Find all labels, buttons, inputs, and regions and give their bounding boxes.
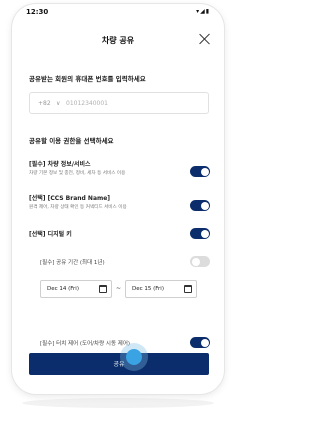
toggle-touch-control[interactable] [190, 337, 210, 348]
toggle-knob [191, 257, 200, 266]
permission-ccs-title: [선택] [CCS Brand Name] [29, 195, 111, 202]
permission-ccs-subtitle: 원격 제어, 차량 상태 확인 등 커넥티드 서비스 이용 [29, 205, 127, 210]
status-time: 12:30 [26, 8, 49, 16]
end-date-field[interactable]: Dec 15 (Fri) [125, 280, 197, 298]
toggle-knob [200, 201, 209, 210]
toggle-vehicle-info[interactable] [190, 166, 210, 177]
status-icons: ▾◢▮ [196, 8, 210, 15]
permissions-title: 공유할 이용 권한을 선택하세요 [29, 137, 114, 145]
phone-section-title: 공유받는 회원의 휴대폰 번호를 입력하세요 [29, 75, 146, 83]
touch-control-label: [필수] 터치 제어 (도어/차량 시동 제어) [40, 341, 131, 347]
page-title: 차량 공유 [101, 36, 135, 45]
header: 차량 공유 [12, 26, 224, 54]
permission-vehicle-info-subtitle: 차량 기본 정보 및 충전, 정비, 세차 등 서비스 이용 [29, 171, 126, 176]
phone-input-placeholder[interactable]: 01012340001 [66, 100, 108, 107]
toggle-knob [200, 338, 209, 347]
start-date: Dec 14 (Fri) [47, 286, 79, 292]
phone-frame: 12:30 ▾◢▮ 차량 공유 공유받는 회원의 휴대폰 번호를 입력하세요 +… [12, 4, 224, 394]
share-submit-button[interactable]: 공유 [29, 353, 209, 375]
device-shadow [22, 398, 214, 408]
share-period-label: [필수] 공유 기간 (최대 1년) [40, 260, 105, 266]
toggle-knob [200, 167, 209, 176]
calendar-icon[interactable] [99, 285, 107, 293]
toggle-knob [200, 229, 209, 238]
end-date: Dec 15 (Fri) [132, 286, 164, 292]
chevron-down-icon[interactable]: ∨ [56, 100, 60, 107]
toggle-ccs[interactable] [190, 200, 210, 211]
close-icon[interactable] [198, 32, 212, 46]
permission-digital-key-title: [선택] 디지털 키 [29, 231, 72, 238]
status-bar: 12:30 ▾◢▮ [12, 4, 224, 22]
date-separator: ~ [116, 285, 122, 292]
calendar-icon[interactable] [184, 285, 192, 293]
country-code[interactable]: +82 [38, 100, 51, 107]
toggle-digital-key[interactable] [190, 228, 210, 239]
share-submit-label: 공유 [113, 361, 125, 368]
phone-number-field[interactable]: +82 ∨ 01012340001 [29, 92, 209, 114]
start-date-field[interactable]: Dec 14 (Fri) [40, 280, 112, 298]
toggle-share-period[interactable] [190, 256, 210, 267]
touch-indicator [126, 349, 142, 365]
permission-vehicle-info-title: [필수] 차량 정보/서비스 [29, 161, 91, 168]
